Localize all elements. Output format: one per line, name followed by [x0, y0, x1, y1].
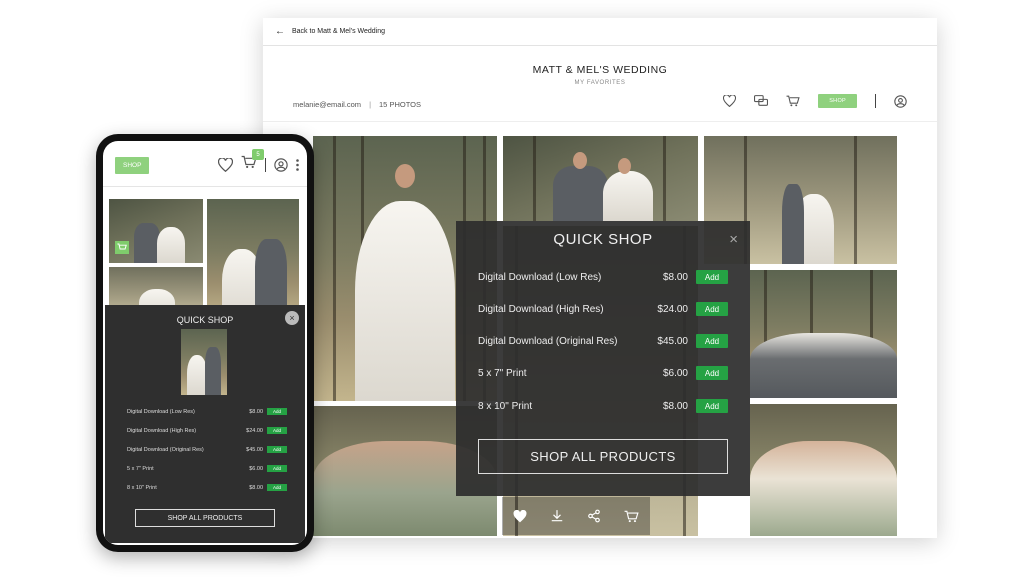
product-name: Digital Download (Original Res)	[478, 335, 618, 347]
product-price: $8.00	[249, 408, 263, 415]
product-name: Digital Download (High Res)	[478, 303, 604, 315]
phone-device: SHOP 5 QUICK SHOP × Digital Download (Lo…	[96, 134, 314, 552]
add-button[interactable]: Add	[267, 446, 287, 453]
product-name: 8 x 10" Print	[127, 484, 157, 491]
cart-count-badge: 5	[252, 149, 264, 160]
selected-photo-thumbnail	[181, 329, 227, 395]
product-row: 8 x 10" Print $8.00 Add	[127, 483, 287, 492]
phone-shop-all-products-button[interactable]: SHOP ALL PRODUCTS	[135, 509, 275, 527]
product-price: $24.00	[246, 427, 263, 434]
product-price: $8.00	[249, 484, 263, 491]
photo-toolbar	[502, 497, 650, 535]
cart-icon[interactable]	[624, 510, 639, 523]
product-price: $45.00	[246, 446, 263, 453]
phone-photo[interactable]	[207, 199, 299, 319]
header-divider	[263, 121, 937, 122]
header-actions: SHOP	[723, 94, 907, 108]
product-row: Digital Download (Original Res) $45.00 A…	[127, 445, 287, 454]
phone-photo[interactable]	[109, 199, 203, 263]
product-row: Digital Download (High Res) $24.00 Add	[478, 301, 728, 317]
product-name: Digital Download (Low Res)	[478, 271, 602, 283]
page-subtitle: MY FAVORITES	[574, 80, 626, 86]
phone-header: SHOP 5	[103, 141, 307, 187]
cart-icon[interactable]	[786, 95, 800, 107]
product-row: 5 x 7" Print $6.00 Add	[478, 365, 728, 381]
product-row: 8 x 10" Print $8.00 Add	[478, 398, 728, 414]
product-name: 5 x 7" Print	[127, 465, 154, 472]
add-button[interactable]: Add	[696, 366, 728, 380]
product-row: 5 x 7" Print $6.00 Add	[127, 464, 287, 473]
shop-button[interactable]: SHOP	[818, 94, 857, 108]
phone-photo-grid	[109, 199, 301, 319]
product-price: $6.00	[249, 465, 263, 472]
quick-shop-title: QUICK SHOP	[553, 231, 653, 248]
product-price: $6.00	[662, 367, 688, 379]
back-link[interactable]: ← Back to Matt & Mel's Wedding	[263, 18, 937, 46]
meta-separator: |	[369, 100, 372, 109]
product-row: Digital Download (Low Res) $8.00 Add	[127, 407, 287, 416]
add-button[interactable]: Add	[267, 427, 287, 434]
product-name: Digital Download (High Res)	[127, 427, 197, 434]
add-button[interactable]: Add	[267, 465, 287, 472]
product-price: $24.00	[657, 303, 688, 315]
add-button[interactable]: Add	[696, 334, 728, 348]
user-email: melanie@email.com	[293, 100, 362, 109]
photo-couple-smiling[interactable]	[503, 136, 698, 221]
heart-icon[interactable]	[723, 95, 737, 107]
user-icon[interactable]	[274, 157, 288, 172]
photo-groomsmen[interactable]	[750, 270, 897, 398]
add-button[interactable]: Add	[696, 302, 728, 316]
shop-all-products-button[interactable]: SHOP ALL PRODUCTS	[478, 439, 728, 474]
product-name: Digital Download (Low Res)	[127, 408, 195, 415]
add-button[interactable]: Add	[267, 484, 287, 491]
gallery-meta: melanie@email.com | 15 PHOTOS	[293, 100, 421, 109]
add-button[interactable]: Add	[696, 399, 728, 413]
add-button[interactable]: Add	[267, 408, 287, 415]
product-name: 5 x 7" Print	[478, 367, 527, 379]
heart-icon[interactable]	[513, 509, 527, 523]
add-button[interactable]: Add	[696, 270, 728, 284]
divider	[265, 157, 266, 172]
product-row: Digital Download (Low Res) $8.00 Add	[478, 269, 728, 285]
more-icon[interactable]	[296, 158, 299, 171]
photo-count: 15 PHOTOS	[379, 100, 421, 109]
product-price: $8.00	[662, 400, 688, 412]
chat-icon[interactable]	[754, 95, 769, 107]
share-icon[interactable]	[587, 509, 601, 523]
download-icon[interactable]	[550, 509, 564, 523]
back-label: Back to Matt & Mel's Wedding	[292, 28, 386, 35]
close-icon[interactable]: ×	[729, 231, 738, 248]
product-row: Digital Download (Original Res) $45.00 A…	[478, 333, 728, 349]
quick-shop-panel: QUICK SHOP × Digital Download (Low Res) …	[456, 221, 750, 496]
phone-header-actions: 5	[218, 149, 299, 174]
cart-icon[interactable]	[115, 241, 129, 254]
product-row: Digital Download (High Res) $24.00 Add	[127, 426, 287, 435]
close-icon[interactable]: ×	[285, 311, 299, 325]
phone-cart[interactable]: 5	[241, 149, 264, 174]
phone-quick-shop-panel: QUICK SHOP × Digital Download (Low Res) …	[105, 305, 305, 543]
phone-screen: SHOP 5 QUICK SHOP × Digital Download (Lo…	[103, 141, 307, 545]
product-price: $8.00	[662, 271, 688, 283]
product-name: 8 x 10" Print	[478, 400, 533, 412]
arrow-left-icon: ←	[275, 26, 285, 37]
page-title: MATT & MEL'S WEDDING	[532, 64, 668, 76]
stage: ← Back to Matt & Mel's Wedding MATT & ME…	[0, 0, 1024, 584]
heart-icon[interactable]	[218, 157, 233, 172]
product-name: Digital Download (Original Res)	[127, 446, 204, 453]
phone-quick-shop-title: QUICK SHOP	[176, 315, 234, 325]
product-price: $45.00	[657, 335, 688, 347]
user-icon[interactable]	[894, 94, 907, 108]
divider	[875, 94, 876, 108]
phone-shop-button[interactable]: SHOP	[115, 157, 150, 174]
photo-bridesmaids[interactable]	[750, 404, 897, 536]
